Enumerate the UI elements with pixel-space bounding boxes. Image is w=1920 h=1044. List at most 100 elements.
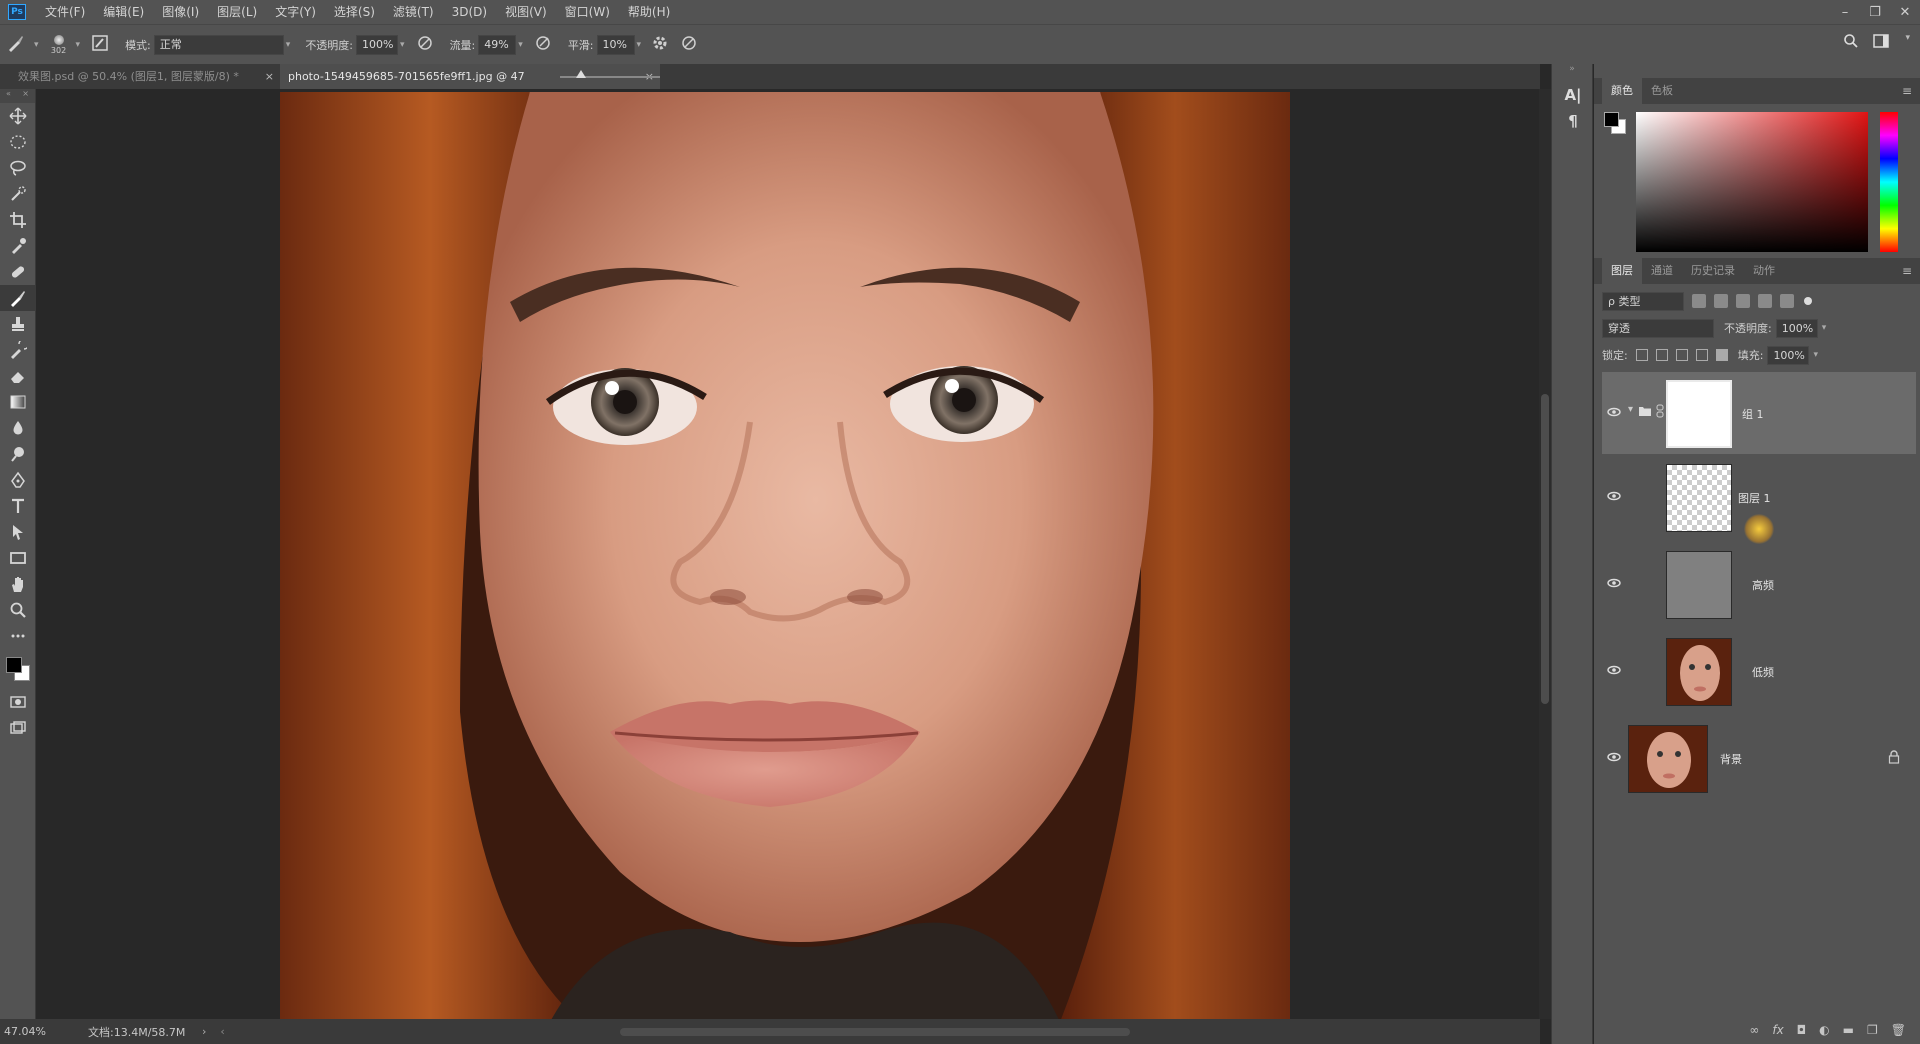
menu-item-7[interactable]: 3D(D) — [443, 0, 496, 24]
flow-input[interactable]: 49% — [478, 34, 517, 55]
more-tools-icon[interactable] — [0, 623, 36, 649]
brush-settings-panel-icon[interactable] — [91, 34, 109, 56]
chevron-down-icon[interactable]: ▾ — [1628, 404, 1633, 415]
type-filter-icon[interactable] — [1736, 294, 1750, 308]
layer-blend-mode-select[interactable]: 穿透 — [1602, 318, 1714, 338]
menu-item-6[interactable]: 滤镜(T) — [384, 0, 443, 24]
marquee-tool-icon[interactable] — [0, 129, 36, 155]
paragraph-panel-icon[interactable]: ¶ — [1552, 108, 1594, 134]
menu-item-10[interactable]: 帮助(H) — [619, 0, 679, 24]
menu-item-2[interactable]: 图像(I) — [153, 0, 208, 24]
document-canvas[interactable] — [280, 92, 1290, 1022]
fx-icon[interactable]: fx — [1772, 1023, 1783, 1037]
adjustment-filter-icon[interactable] — [1714, 294, 1728, 308]
layer-thumbnail[interactable] — [1666, 551, 1732, 619]
layer-thumbnail[interactable] — [1628, 725, 1708, 793]
screen-mode-icon[interactable] — [0, 715, 36, 741]
link-icon[interactable] — [1656, 404, 1664, 418]
layer-row[interactable]: 低频 — [1602, 630, 1916, 712]
visibility-eye-icon[interactable] — [1606, 575, 1622, 591]
character-panel-icon[interactable]: A| — [1552, 82, 1594, 108]
crop-tool-icon[interactable] — [0, 207, 36, 233]
chevron-right-icon[interactable]: › — [202, 1025, 206, 1038]
close-icon[interactable]: × — [265, 64, 274, 89]
menu-item-8[interactable]: 视图(V) — [496, 0, 556, 24]
chevron-down-icon[interactable]: ▾ — [1813, 350, 1818, 360]
chevron-down-icon[interactable]: ▾ — [1905, 33, 1910, 52]
lock-artboard-icon[interactable] — [1695, 349, 1708, 361]
chevron-left-icon[interactable]: ‹ — [220, 1025, 224, 1038]
layer-name[interactable]: 图层 1 — [1738, 490, 1771, 506]
opacity-input[interactable]: 100% — [356, 34, 399, 55]
adjustment-icon[interactable]: ◐ — [1819, 1023, 1829, 1037]
menu-item-0[interactable]: 文件(F) — [36, 0, 94, 24]
pressure-opacity-icon[interactable] — [416, 34, 434, 56]
link-icon[interactable]: ∞ — [1749, 1023, 1759, 1037]
tab-layers[interactable]: 图层 — [1602, 258, 1642, 284]
chevron-down-icon[interactable]: ▾ — [518, 40, 523, 50]
tab-channels[interactable]: 通道 — [1642, 258, 1682, 284]
layer-thumbnail[interactable] — [1666, 464, 1732, 532]
dodge-tool-icon[interactable] — [0, 441, 36, 467]
tool-preset-caret-icon[interactable]: ▾ — [34, 40, 39, 50]
pen-tool-icon[interactable] — [0, 467, 36, 493]
blur-tool-icon[interactable] — [0, 415, 36, 441]
smoothing-input[interactable]: 10% — [596, 34, 635, 55]
chevron-down-icon[interactable]: ▾ — [400, 40, 405, 50]
visibility-eye-icon[interactable] — [1606, 404, 1622, 420]
eyedropper-tool-icon[interactable] — [0, 233, 36, 259]
quick-select-tool-icon[interactable] — [0, 181, 36, 207]
menu-item-9[interactable]: 窗口(W) — [556, 0, 619, 24]
layer-name[interactable]: 低频 — [1752, 664, 1774, 680]
slider-thumb[interactable] — [576, 70, 586, 78]
visibility-eye-icon[interactable] — [1606, 662, 1622, 678]
layer-row[interactable]: 背景 — [1602, 717, 1916, 799]
search-icon[interactable] — [1843, 33, 1859, 52]
zoom-tool-icon[interactable] — [0, 597, 36, 623]
lasso-tool-icon[interactable] — [0, 155, 36, 181]
minimize-button[interactable]: – — [1830, 0, 1860, 24]
smart-object-filter-icon[interactable] — [1780, 294, 1794, 308]
blend-mode-select[interactable]: 正常 — [153, 34, 284, 55]
healing-brush-tool-icon[interactable] — [0, 259, 36, 285]
restore-button[interactable]: ❐ — [1860, 0, 1890, 24]
lock-position-icon[interactable] — [1675, 349, 1688, 361]
pressure-size-icon[interactable] — [680, 34, 698, 56]
layer-thumbnail[interactable] — [1666, 638, 1732, 706]
layer-mask-thumbnail[interactable] — [1666, 380, 1732, 448]
tab-document-1[interactable]: 效果图.psd @ 50.4% (图层1, 图层蒙版/8) * × — [10, 64, 280, 89]
path-select-tool-icon[interactable] — [0, 519, 36, 545]
menu-item-3[interactable]: 图层(L) — [208, 0, 266, 24]
layer-name[interactable]: 背景 — [1720, 751, 1742, 767]
chevron-down-icon[interactable]: ▾ — [637, 40, 642, 50]
zoom-level[interactable]: 47.04% — [4, 1025, 64, 1038]
menu-item-4[interactable]: 文字(Y) — [266, 0, 325, 24]
menu-item-5[interactable]: 选择(S) — [325, 0, 384, 24]
mask-icon[interactable]: ◘ — [1797, 1023, 1807, 1037]
layer-opacity-input[interactable]: 100% — [1775, 318, 1818, 338]
hardness-slider[interactable] — [560, 68, 660, 84]
layer-name[interactable]: 高频 — [1752, 577, 1774, 593]
panel-menu-icon[interactable]: ≡ — [1902, 84, 1912, 98]
panel-menu-icon[interactable]: ≡ — [1902, 264, 1912, 278]
image-filter-icon[interactable] — [1692, 294, 1706, 308]
close-icon[interactable]: × — [22, 89, 29, 103]
tab-history[interactable]: 历史记录 — [1682, 258, 1744, 284]
folder-icon[interactable]: ▬ — [1843, 1023, 1854, 1037]
rectangle-tool-icon[interactable] — [0, 545, 36, 571]
brush-preset-picker[interactable]: 302 — [48, 30, 70, 60]
trash-icon[interactable]: 🗑 — [1891, 1023, 1906, 1037]
collapse-icon[interactable]: « — [6, 89, 11, 103]
lock-pixels-icon[interactable] — [1655, 349, 1668, 361]
hue-slider[interactable] — [1880, 112, 1898, 252]
chevron-down-icon[interactable]: ▾ — [1822, 323, 1827, 333]
layer-row[interactable]: 高频 — [1602, 543, 1916, 625]
eraser-tool-icon[interactable] — [0, 363, 36, 389]
airbrush-icon[interactable] — [534, 34, 552, 56]
hand-tool-icon[interactable] — [0, 571, 36, 597]
close-button[interactable]: ✕ — [1890, 0, 1920, 24]
brush-tool-icon[interactable] — [0, 285, 36, 311]
new-layer-icon[interactable]: ❐ — [1867, 1023, 1878, 1037]
visibility-eye-icon[interactable] — [1606, 749, 1622, 765]
tab-color[interactable]: 颜色 — [1602, 78, 1642, 104]
